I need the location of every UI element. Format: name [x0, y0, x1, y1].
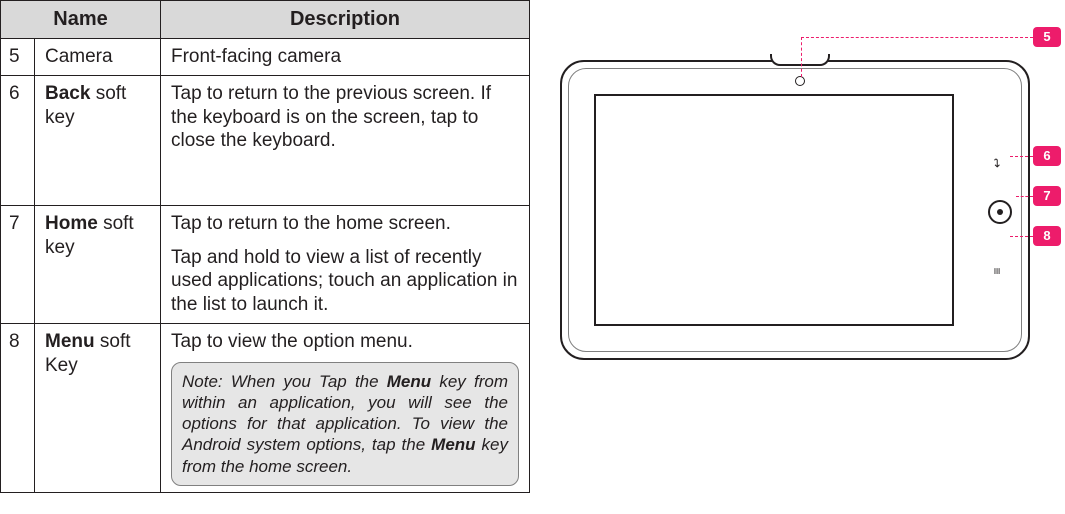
- camera-icon: [795, 76, 805, 86]
- row-number: 6: [1, 75, 35, 205]
- table-row: 5 Camera Front-facing camera: [1, 39, 530, 76]
- parts-table: Name Description 5 Camera Front-facing c…: [0, 0, 530, 493]
- row-description: Tap to return to the previous screen. If…: [161, 75, 530, 205]
- device-illustration: ↩ ≡: [560, 60, 1030, 360]
- callout-7: 7: [1033, 186, 1061, 206]
- leader-line: [1010, 156, 1033, 157]
- row-description: Front-facing camera: [161, 39, 530, 76]
- row-description: Tap to view the option menu. Note: When …: [161, 323, 530, 492]
- leader-line: [1010, 236, 1033, 237]
- row-description: Tap to return to the home screen. Tap an…: [161, 205, 530, 323]
- row-number: 8: [1, 323, 35, 492]
- row-number: 7: [1, 205, 35, 323]
- leader-line: [801, 37, 1033, 38]
- callout-8: 8: [1033, 226, 1061, 246]
- leader-line: [1016, 196, 1033, 197]
- note-box: Note: When you Tap the Menu key from wit…: [171, 362, 519, 486]
- header-name: Name: [1, 1, 161, 39]
- top-notch: [770, 54, 830, 66]
- leader-line: [801, 37, 802, 77]
- table-row: 7 Home soft key Tap to return to the hom…: [1, 205, 530, 323]
- callout-5: 5: [1033, 27, 1061, 47]
- table-row: 8 Menu soft Key Tap to view the option m…: [1, 323, 530, 492]
- row-name: Back soft key: [35, 75, 161, 205]
- table-row: 6 Back soft key Tap to return to the pre…: [1, 75, 530, 205]
- callout-6: 6: [1033, 146, 1061, 166]
- row-number: 5: [1, 39, 35, 76]
- row-name: Home soft key: [35, 205, 161, 323]
- row-name: Camera: [35, 39, 161, 76]
- row-name: Menu soft Key: [35, 323, 161, 492]
- header-description: Description: [161, 1, 530, 39]
- back-key-icon: ↩: [990, 150, 1004, 176]
- home-key-icon: [988, 200, 1012, 224]
- device-screen: [594, 94, 954, 326]
- menu-key-icon: ≡: [990, 258, 1004, 284]
